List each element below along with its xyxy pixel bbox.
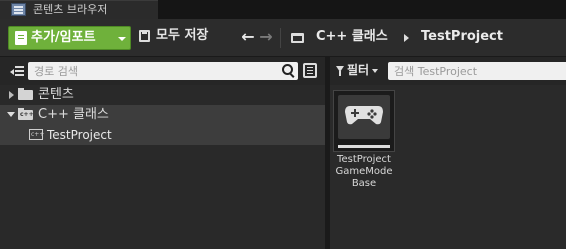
filter-icon (336, 66, 344, 76)
tab-title: 콘텐츠 브라우저 (33, 3, 108, 16)
tree-item-testproject[interactable]: TestProject (0, 125, 325, 145)
cpp-class-icon (29, 129, 44, 140)
content-browser-icon (11, 3, 26, 16)
breadcrumb-cpp-classes[interactable]: C++ 클래스 (316, 29, 388, 45)
add-import-button[interactable]: 추가/임포트 (8, 26, 131, 50)
view-options-icon[interactable] (303, 63, 317, 78)
toolbar-divider (280, 28, 281, 48)
tree-item-label: TestProject (47, 128, 112, 142)
filter-label: 필터 (347, 63, 370, 77)
breadcrumb-testproject[interactable]: TestProject (421, 29, 503, 45)
expand-arrow-icon[interactable] (9, 91, 14, 99)
back-arrow-icon[interactable]: ← (239, 28, 257, 48)
asset-filter-bar: 필터 (330, 57, 566, 85)
asset-name: TestProject GameMode Base (333, 154, 395, 190)
asset-type-color-bar (338, 145, 390, 148)
asset-name-line: TestProject (337, 154, 391, 165)
asset-thumbnail-background (338, 95, 390, 139)
asset-tile-testproject-gamemodebase[interactable]: TestProject GameMode Base (333, 90, 395, 200)
forward-arrow-icon[interactable]: → (257, 28, 275, 48)
sources-panel: 콘텐츠 C++ 클래스 TestProject (0, 57, 325, 249)
asset-search-box (388, 62, 566, 80)
tree-item-label: 콘텐츠 (38, 87, 74, 102)
search-icon[interactable] (282, 64, 293, 75)
tree-item-cpp-classes[interactable]: C++ 클래스 (0, 105, 325, 125)
folder-open-icon[interactable] (291, 33, 304, 43)
save-all-label: 모두 저장 (156, 28, 209, 43)
tab-content-browser[interactable]: 콘텐츠 브라우저 (0, 0, 158, 19)
breadcrumb-separator-icon[interactable] (404, 34, 409, 42)
chevron-down-icon (372, 69, 378, 73)
save-all-button[interactable]: 모두 저장 (138, 28, 226, 48)
filter-button[interactable]: 필터 (334, 63, 382, 79)
asset-search-input[interactable] (390, 62, 566, 80)
path-search-bar (0, 57, 325, 85)
collapse-arrow-icon[interactable] (7, 112, 15, 117)
asset-name-line: GameMode (335, 166, 393, 177)
asset-thumbnail (333, 90, 395, 152)
tab-strip: 콘텐츠 브라우저 (0, 0, 566, 19)
tree-item-label: C++ 클래스 (38, 107, 109, 122)
gamepad-icon (345, 106, 383, 125)
asset-name-line: Base (351, 178, 377, 189)
asset-view-panel: 필터 TestProject GameMo (330, 57, 566, 249)
sources-toggle-icon[interactable] (10, 66, 24, 77)
new-asset-icon (15, 31, 27, 45)
save-icon (139, 30, 150, 42)
add-import-label: 추가/임포트 (31, 30, 96, 45)
tree-item-content[interactable]: 콘텐츠 (0, 85, 325, 105)
chevron-down-icon (118, 37, 126, 41)
folder-icon (18, 88, 33, 100)
path-search-input[interactable] (30, 62, 288, 80)
path-search-box (28, 62, 298, 80)
cpp-folder-icon (18, 108, 34, 120)
toolbar: 추가/임포트 모두 저장 ← → C++ 클래스 TestProject (0, 19, 566, 57)
